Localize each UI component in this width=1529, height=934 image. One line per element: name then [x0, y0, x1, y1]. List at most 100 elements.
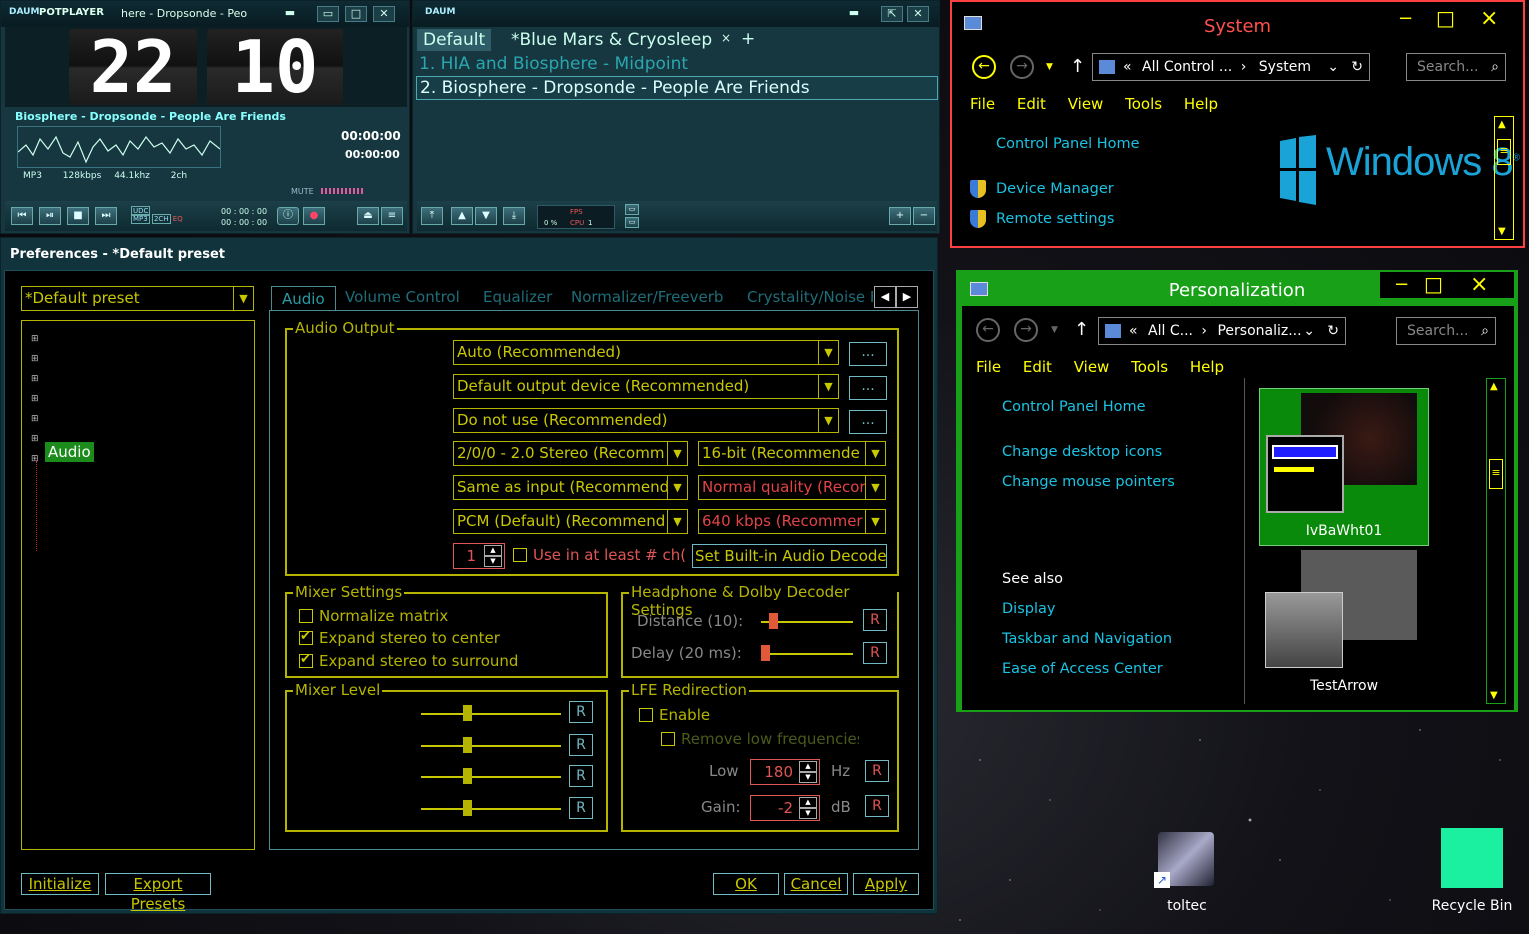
stepper-up-icon[interactable]: ▲	[799, 797, 817, 808]
minimize-button[interactable]: ▬	[279, 6, 301, 22]
stepper-up-icon[interactable]: ▲	[799, 761, 817, 772]
scroll-down-icon[interactable]: ▼	[1498, 226, 1506, 237]
settings-tree[interactable]: ⊞ ⊞ ⊞ ⊞ ⊞ ⊞ ⊞ Audio	[21, 320, 255, 850]
mixer-level-slider-thumb[interactable]	[463, 737, 472, 753]
theme-tile[interactable]: TestArrow	[1259, 550, 1429, 700]
third-settings-button[interactable]: ...	[849, 410, 887, 434]
menu-button[interactable]: ≡	[381, 207, 403, 225]
move-bottom-button[interactable]: ⤓	[503, 207, 525, 225]
playlist-dock-button[interactable]: ⇱	[881, 6, 903, 22]
back-arrow-icon[interactable]: ←	[976, 318, 1000, 342]
expand-surround-checkbox[interactable]	[299, 652, 313, 668]
kbps-select[interactable]: 640 kbps (Recommer ▼	[698, 509, 886, 534]
playlist-small-button-2[interactable]: ▭	[625, 217, 639, 228]
delay-slider-thumb[interactable]	[761, 645, 770, 661]
tab-crystality[interactable]: Crystality/Noise F	[747, 288, 873, 306]
gain-reset-button[interactable]: R	[865, 795, 889, 817]
tree-expand-icon[interactable]: ⊞	[31, 389, 39, 409]
recent-dropdown-icon[interactable]: ▼	[1051, 325, 1058, 335]
refresh-icon[interactable]: ↻	[1327, 318, 1339, 344]
menu-file[interactable]: File	[970, 95, 995, 113]
address-parent[interactable]: All C...	[1148, 323, 1193, 339]
move-up-button[interactable]: ▲	[451, 207, 473, 225]
chevron-down-icon[interactable]: ⌄	[1327, 54, 1339, 80]
playlist-small-button-1[interactable]: ▭	[625, 204, 639, 215]
mixer-level-slider-thumb[interactable]	[463, 768, 472, 784]
add-item-button[interactable]: +	[889, 207, 911, 225]
mixer-level-slider[interactable]	[421, 808, 561, 810]
pcm-select[interactable]: PCM (Default) (Recommend ▼	[453, 509, 688, 534]
address-parent[interactable]: All Control ...	[1142, 59, 1232, 75]
close-button[interactable]: ✕	[373, 6, 395, 22]
menu-tools[interactable]: Tools	[1131, 358, 1168, 376]
tree-expand-icon[interactable]: ⊞	[31, 349, 39, 369]
system-address-bar[interactable]: « All Control ... › System ⌄ ↻	[1092, 53, 1370, 81]
ease-of-access-link[interactable]: Ease of Access Center	[1002, 661, 1163, 677]
menu-tools[interactable]: Tools	[1125, 95, 1162, 113]
display-link[interactable]: Display	[1002, 601, 1055, 617]
expand-center-checkbox[interactable]	[299, 629, 313, 645]
system-maximize-button[interactable]: □	[1436, 6, 1455, 30]
personalization-scrollbar[interactable]: ▲ ≡ ▼	[1486, 378, 1506, 704]
device-settings-button[interactable]: ...	[849, 376, 887, 400]
tab-scroll-right-icon[interactable]: ▶	[896, 286, 918, 308]
low-reset-button[interactable]: R	[865, 760, 889, 782]
record-button[interactable]: ●	[303, 207, 325, 225]
tab-normalizer[interactable]: Normalizer/Freeverb	[571, 288, 723, 306]
playlist-item[interactable]: 1. HIA and Biosphere - Midpoint	[419, 53, 688, 75]
taskbar-navigation-link[interactable]: Taskbar and Navigation	[1002, 631, 1172, 647]
playlist-close-button[interactable]: ✕	[907, 6, 929, 22]
lfe-enable-checkbox[interactable]	[639, 708, 653, 722]
tab-audio[interactable]: Audio	[271, 286, 336, 311]
gain-stepper[interactable]: -2 ▲ ▼	[750, 795, 820, 821]
menu-help[interactable]: Help	[1184, 95, 1218, 113]
system-search-input[interactable]: Search... ⌕	[1406, 53, 1506, 81]
chevron-down-icon[interactable]: ⌄	[1303, 318, 1315, 344]
change-desktop-icons-link[interactable]: Change desktop icons	[1002, 444, 1162, 460]
move-top-button[interactable]: ⤒	[421, 207, 443, 225]
back-arrow-icon[interactable]: ←	[972, 55, 996, 79]
remove-item-button[interactable]: −	[913, 207, 935, 225]
mini-mode-button[interactable]: ▭	[317, 6, 339, 22]
bits-select[interactable]: 16-bit (Recommende ▼	[698, 441, 886, 466]
maximize-button[interactable]: □	[345, 6, 367, 22]
preset-select[interactable]: *Default preset ▼	[21, 286, 254, 311]
normalize-matrix-checkbox[interactable]	[299, 609, 313, 623]
next-button[interactable]: ⏭	[95, 207, 117, 225]
tab-default[interactable]: Default	[417, 29, 492, 51]
scroll-thumb[interactable]: ≡	[1489, 459, 1503, 489]
personalization-address-bar[interactable]: « All C... › Personaliz... ⌄ ↻	[1098, 317, 1346, 345]
system-minimize-button[interactable]: −	[1398, 8, 1413, 29]
tree-expand-icon[interactable]: ⊞	[31, 429, 39, 449]
menu-edit[interactable]: Edit	[1023, 358, 1052, 376]
desktop-icon-recycle-bin[interactable]: Recycle Bin	[1428, 824, 1516, 920]
renderer-settings-button[interactable]: ...	[849, 342, 887, 366]
stepper-up-icon[interactable]: ▲	[484, 545, 502, 556]
menu-file[interactable]: File	[976, 358, 1001, 376]
mixer-level-slider-thumb[interactable]	[463, 705, 472, 721]
up-arrow-icon[interactable]: ↑	[1070, 56, 1085, 77]
recent-dropdown-icon[interactable]: ▼	[1046, 62, 1053, 72]
delay-reset-button[interactable]: R	[863, 642, 887, 664]
prev-button[interactable]: ⏮	[11, 207, 33, 225]
playlist-minimize-button[interactable]: ▬	[843, 6, 865, 22]
mixer-level-reset-button[interactable]: R	[569, 797, 593, 819]
personalization-close-button[interactable]: ×	[1470, 272, 1488, 297]
playlist-titlebar[interactable]: DAUM ▬ ⇱ ✕	[413, 1, 939, 27]
mixer-level-reset-button[interactable]: R	[569, 765, 593, 787]
forward-arrow-icon[interactable]: →	[1010, 55, 1034, 79]
mixer-level-reset-button[interactable]: R	[569, 701, 593, 723]
remove-low-checkbox[interactable]	[661, 732, 675, 746]
personalization-search-input[interactable]: Search... ⌕	[1396, 317, 1496, 345]
mixer-level-reset-button[interactable]: R	[569, 734, 593, 756]
mixer-level-slider[interactable]	[421, 745, 561, 747]
device-manager-link[interactable]: Device Manager	[996, 181, 1114, 197]
menu-view[interactable]: View	[1068, 95, 1104, 113]
stepper-down-icon[interactable]: ▼	[484, 556, 502, 567]
tree-item-audio[interactable]: Audio	[45, 442, 94, 462]
pause-button[interactable]: ⏯	[39, 207, 61, 225]
address-current[interactable]: Personaliz...	[1217, 323, 1301, 339]
control-panel-home-link[interactable]: Control Panel Home	[1002, 399, 1146, 415]
stop-button[interactable]: ■	[67, 207, 89, 225]
add-tab-icon[interactable]: +	[741, 29, 755, 49]
